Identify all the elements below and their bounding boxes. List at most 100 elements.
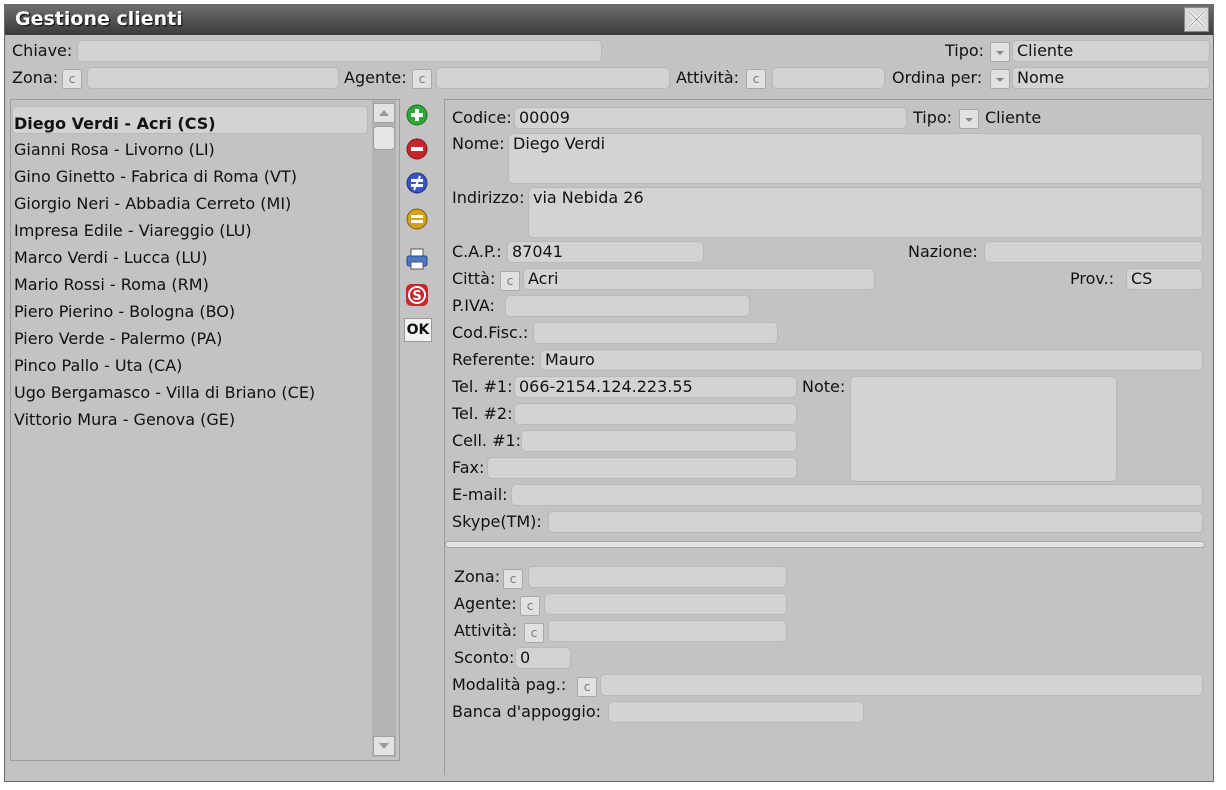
list-scrollbar[interactable] <box>372 100 396 757</box>
sconto-label: Sconto: <box>454 648 515 667</box>
add-button[interactable] <box>404 102 430 128</box>
modalita-c-button[interactable]: c <box>577 677 597 697</box>
tel1-input[interactable]: 066-2154.124.223.55 <box>514 376 797 398</box>
tel2-label: Tel. #2: <box>452 404 513 423</box>
filter-attivita-input[interactable] <box>772 67 885 89</box>
list-item[interactable]: Pinco Pallo - Uta (CA) <box>14 356 182 376</box>
filter-zona-c-button[interactable]: c <box>62 69 82 89</box>
agente-label: Agente: <box>454 594 517 613</box>
ordina-dropdown[interactable] <box>990 69 1010 89</box>
window-title: Gestione clienti <box>15 8 183 30</box>
nome-label: Nome: <box>452 134 505 153</box>
zona-input[interactable] <box>528 566 787 588</box>
attivita-c-button[interactable]: c <box>524 623 544 643</box>
nazione-input[interactable] <box>984 241 1203 263</box>
list-item[interactable]: Giorgio Neri - Abbadia Cerreto (MI) <box>14 194 291 214</box>
sconto-input[interactable]: 0 <box>515 647 571 669</box>
zona-label: Zona: <box>454 567 501 586</box>
fax-label: Fax: <box>452 458 485 477</box>
fax-input[interactable] <box>487 457 797 479</box>
tel1-label: Tel. #1: <box>452 377 513 396</box>
piva-input[interactable] <box>505 295 750 317</box>
filter-zona-input[interactable] <box>87 67 339 89</box>
not-equal-icon <box>406 172 428 194</box>
tipo-label: Tipo: <box>913 108 953 127</box>
indirizzo-input[interactable]: via Nebida 26 <box>528 187 1203 238</box>
tel2-input[interactable] <box>514 403 797 425</box>
cell1-input[interactable] <box>521 430 797 452</box>
email-label: E-mail: <box>452 485 508 504</box>
cell1-label: Cell. #1: <box>452 431 522 450</box>
list-item[interactable]: Mario Rossi - Roma (RM) <box>14 275 209 295</box>
list-item[interactable]: Gianni Rosa - Livorno (LI) <box>14 140 215 160</box>
printer-icon <box>406 248 428 270</box>
zona-c-button[interactable]: c <box>503 569 523 589</box>
plus-icon <box>406 104 428 126</box>
cap-label: C.A.P.: <box>452 242 502 261</box>
codice-input[interactable]: 00009 <box>514 107 907 129</box>
skype-button[interactable]: S <box>404 282 430 308</box>
piva-label: P.IVA: <box>452 296 495 315</box>
duplicate-button[interactable] <box>404 206 430 232</box>
close-button[interactable] <box>1184 7 1209 32</box>
filter-tipo-value[interactable]: Cliente <box>1012 40 1210 62</box>
scroll-thumb[interactable] <box>373 126 395 150</box>
prov-label: Prov.: <box>1070 269 1115 288</box>
delete-button[interactable] <box>404 136 430 162</box>
list-item[interactable]: Vittorio Mura - Genova (GE) <box>14 410 235 430</box>
citta-c-button[interactable]: c <box>500 271 520 291</box>
list-item[interactable]: Marco Verdi - Lucca (LU) <box>14 248 207 268</box>
codfisc-input[interactable] <box>533 322 778 344</box>
list-item[interactable]: Ugo Bergamasco - Villa di Briano (CE) <box>14 383 315 403</box>
print-button[interactable] <box>404 246 430 272</box>
attivita-label: Attività: <box>454 621 518 640</box>
skype-input[interactable] <box>548 511 1203 533</box>
cap-input[interactable]: 87041 <box>507 241 704 263</box>
note-textarea[interactable] <box>850 376 1117 482</box>
codice-label: Codice: <box>452 108 512 127</box>
skype-label: Skype(TM): <box>452 512 542 531</box>
agente-input[interactable] <box>544 593 787 615</box>
tipo-value: Cliente <box>985 108 1042 127</box>
scroll-down-button[interactable] <box>373 736 395 756</box>
filter-tipo-label: Tipo: <box>945 41 985 60</box>
email-input[interactable] <box>511 484 1203 506</box>
edit-button[interactable] <box>404 170 430 196</box>
attivita-input[interactable] <box>548 620 787 642</box>
tipo-dropdown[interactable] <box>959 109 979 129</box>
ok-button[interactable]: OK <box>404 318 432 342</box>
filter-agente-label: Agente: <box>344 68 407 87</box>
scroll-up-button[interactable] <box>373 103 395 123</box>
list-item[interactable]: Piero Verde - Palermo (PA) <box>14 329 222 349</box>
close-icon <box>1187 10 1206 29</box>
chiave-input[interactable] <box>77 40 602 62</box>
list-item[interactable]: Diego Verdi - Acri (CS) <box>14 114 216 134</box>
ordina-label: Ordina per: <box>892 68 983 87</box>
agente-c-button[interactable]: c <box>520 596 540 616</box>
section-separator <box>445 541 1205 548</box>
filter-agente-c-button[interactable]: c <box>412 69 432 89</box>
citta-input[interactable]: Acri <box>523 268 875 290</box>
banca-label: Banca d'appoggio: <box>452 702 602 721</box>
list-item[interactable]: Piero Pierino - Bologna (BO) <box>14 302 235 322</box>
arrow-down-icon <box>379 743 389 749</box>
modalita-input[interactable] <box>600 674 1203 696</box>
filter-attivita-c-button[interactable]: c <box>746 69 766 89</box>
filter-zona-label: Zona: <box>12 68 59 87</box>
equal-icon <box>406 208 428 230</box>
minus-icon <box>406 138 428 160</box>
filter-agente-input[interactable] <box>436 67 670 89</box>
referente-input[interactable]: Mauro <box>540 349 1203 371</box>
banca-input[interactable] <box>608 701 864 723</box>
prov-input[interactable]: CS <box>1126 268 1203 290</box>
chiave-label: Chiave: <box>12 41 73 60</box>
list-item[interactable]: Gino Ginetto - Fabrica di Roma (VT) <box>14 167 297 187</box>
referente-label: Referente: <box>452 350 536 369</box>
filter-tipo-dropdown[interactable] <box>990 42 1010 62</box>
ordina-value[interactable]: Nome <box>1012 67 1210 89</box>
filter-attivita-label: Attività: <box>676 68 740 87</box>
list-item[interactable]: Impresa Edile - Viareggio (LU) <box>14 221 252 241</box>
title-bar: Gestione clienti <box>5 5 1213 35</box>
nome-input[interactable]: Diego Verdi <box>508 133 1203 184</box>
note-label: Note: <box>802 377 846 396</box>
